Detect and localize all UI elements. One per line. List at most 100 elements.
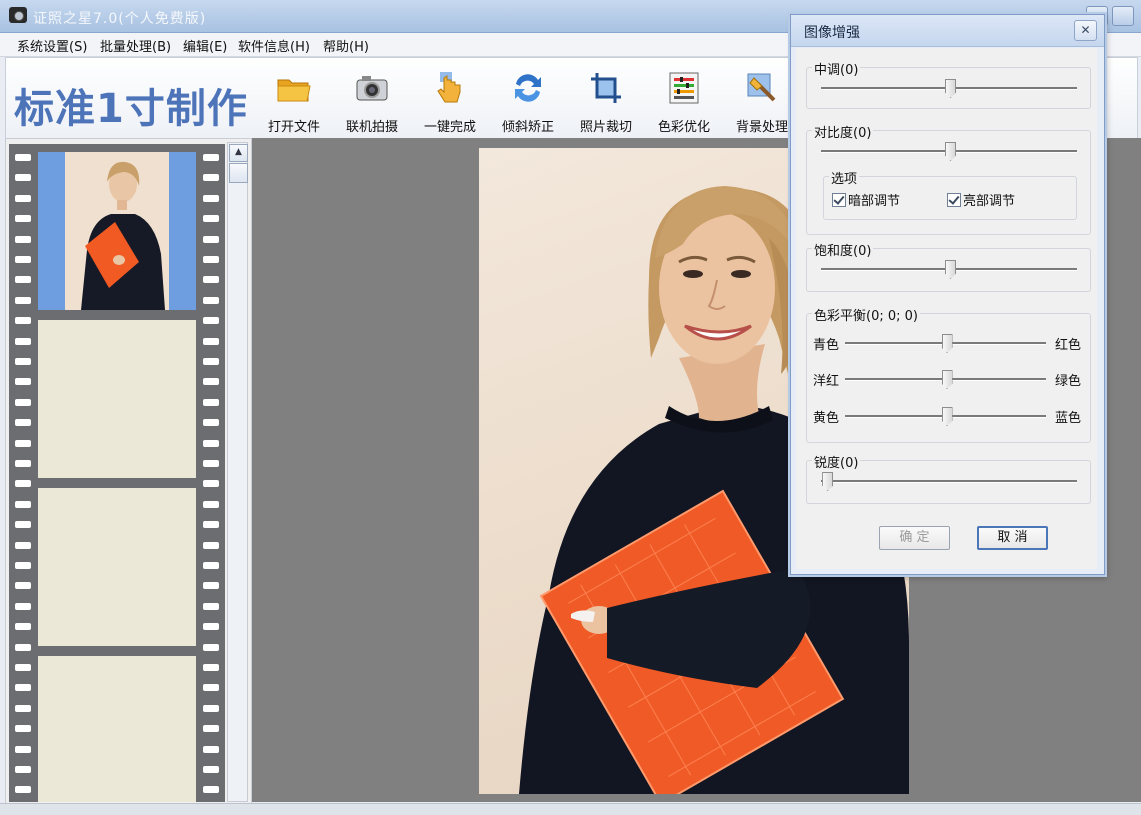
film-sprockets-left xyxy=(9,144,37,802)
yellow-blue-slider-thumb[interactable] xyxy=(941,407,953,426)
film-sprocket-hole xyxy=(203,154,219,161)
magenta-green-slider-thumb[interactable] xyxy=(941,370,953,389)
color-optimize-button[interactable]: 色彩优化 xyxy=(645,70,723,136)
menu-help[interactable]: 帮助(H) xyxy=(323,36,369,55)
film-sprocket-hole xyxy=(203,664,219,671)
camera-app-icon xyxy=(9,7,27,23)
film-sprocket-hole xyxy=(15,174,31,182)
saturation-slider-thumb[interactable] xyxy=(945,260,956,279)
menu-software-info[interactable]: 软件信息(H) xyxy=(238,36,310,55)
open-file-label: 打开文件 xyxy=(267,120,320,135)
film-sprocket-hole xyxy=(203,500,219,508)
film-sprocket-hole xyxy=(203,582,219,590)
crop-icon xyxy=(588,70,624,106)
film-sprocket-hole xyxy=(15,623,31,631)
sharpness-group: 锐度(0) xyxy=(806,452,1091,504)
cyan-red-slider-thumb[interactable] xyxy=(941,334,953,353)
film-sprocket-hole xyxy=(15,582,31,590)
contrast-slider[interactable] xyxy=(821,141,1077,161)
rotate-arrows-icon xyxy=(510,70,546,106)
magenta-green-slider[interactable] xyxy=(845,369,1046,389)
film-sprocket-hole xyxy=(203,725,219,733)
checkbox-checked-icon xyxy=(832,193,846,207)
photo-crop-label: 照片裁切 xyxy=(579,120,632,135)
magenta-label: 洋红 xyxy=(813,374,840,389)
thumbnail-scrollbar[interactable]: ▲ xyxy=(227,142,248,802)
close-icon: ✕ xyxy=(1080,23,1091,37)
film-sprocket-hole xyxy=(203,786,219,794)
scroll-up-icon[interactable]: ▲ xyxy=(229,144,248,162)
color-levels-icon xyxy=(666,70,702,106)
checkbox-checked-icon xyxy=(947,193,961,207)
yellow-label: 黄色 xyxy=(813,411,840,426)
film-sprocket-hole xyxy=(15,439,31,447)
menu-batch-process[interactable]: 批量处理(B) xyxy=(100,36,171,55)
midtone-group: 中调(0) xyxy=(806,59,1091,109)
green-label: 绿色 xyxy=(1055,374,1082,389)
tilt-correction-label: 倾斜矫正 xyxy=(501,120,554,135)
contrast-slider-thumb[interactable] xyxy=(945,142,956,161)
film-sprockets-right xyxy=(197,144,225,802)
camera-capture-button[interactable]: 联机拍摄 xyxy=(333,70,411,136)
film-sprocket-hole xyxy=(203,296,219,304)
options-group: 选项 暗部调节 亮部调节 xyxy=(823,168,1077,220)
film-sprocket-hole xyxy=(15,398,31,406)
cyan-red-slider[interactable] xyxy=(845,333,1046,353)
contrast-label: 对比度(0) xyxy=(812,122,874,141)
options-label: 选项 xyxy=(829,168,860,187)
saturation-group: 饱和度(0) xyxy=(806,240,1091,292)
film-sprocket-hole xyxy=(15,215,31,223)
film-sprocket-hole xyxy=(203,684,219,692)
film-sprocket-hole xyxy=(15,602,31,610)
dialog-title-bar[interactable]: 图像增强 ✕ xyxy=(791,15,1104,47)
dialog-close-button[interactable]: ✕ xyxy=(1074,20,1097,41)
sharpness-slider-thumb[interactable] xyxy=(822,472,834,491)
tilt-correction-button[interactable]: 倾斜矫正 xyxy=(489,70,567,136)
cancel-button[interactable]: 取 消 xyxy=(977,526,1048,550)
dark-adjust-checkbox[interactable]: 暗部调节 xyxy=(832,190,900,209)
menu-edit[interactable]: 编辑(E) xyxy=(183,36,227,55)
film-sprocket-hole xyxy=(15,460,31,467)
image-enhance-dialog: 图像增强 ✕ 中调(0) 对比度(0) 选项 暗部调节 亮部调节 饱和度(0) … xyxy=(790,14,1105,575)
sharpness-slider[interactable] xyxy=(821,471,1077,491)
film-sprocket-hole xyxy=(15,235,31,243)
yellow-blue-slider[interactable] xyxy=(845,406,1046,426)
film-sprocket-hole xyxy=(15,358,31,365)
film-sprocket-hole xyxy=(15,745,31,753)
film-sprocket-hole xyxy=(15,766,31,773)
saturation-slider[interactable] xyxy=(821,259,1077,279)
photo-crop-button[interactable]: 照片裁切 xyxy=(567,70,645,136)
film-sprocket-hole xyxy=(203,460,219,467)
scroll-thumb[interactable] xyxy=(229,163,248,183)
sharpness-label: 锐度(0) xyxy=(812,452,861,471)
thumbnail-frame-3[interactable] xyxy=(38,488,196,646)
midtone-slider[interactable] xyxy=(821,78,1077,98)
film-sprocket-hole xyxy=(15,643,31,651)
dialog-body: 中调(0) 对比度(0) 选项 暗部调节 亮部调节 饱和度(0) 色彩平衡(0;… xyxy=(796,48,1097,569)
open-file-button[interactable]: 打开文件 xyxy=(255,70,333,136)
ok-button[interactable]: 确 定 xyxy=(879,526,950,550)
film-sprocket-hole xyxy=(15,684,31,692)
saturation-label: 饱和度(0) xyxy=(812,240,874,259)
thumbnail-frame-2[interactable] xyxy=(38,320,196,478)
film-sprocket-hole xyxy=(15,500,31,508)
bright-adjust-checkbox[interactable]: 亮部调节 xyxy=(947,190,1015,209)
film-sprocket-hole xyxy=(203,562,219,569)
brand-title: 标准1寸制作 xyxy=(14,86,248,132)
film-sprocket-hole xyxy=(203,419,219,427)
color-optimize-label: 色彩优化 xyxy=(657,120,710,135)
film-sprocket-hole xyxy=(203,174,219,182)
film-sprocket-hole xyxy=(203,643,219,651)
midtone-slider-thumb[interactable] xyxy=(945,79,956,98)
film-sprocket-hole xyxy=(203,276,219,284)
status-bar xyxy=(0,803,1141,815)
film-sprocket-hole xyxy=(203,541,219,549)
one-click-button[interactable]: 一键完成 xyxy=(411,70,489,136)
close-window-button[interactable] xyxy=(1112,6,1134,26)
menu-system-settings[interactable]: 系统设置(S) xyxy=(17,36,87,55)
thumbnail-frame-1[interactable] xyxy=(38,152,196,310)
film-sprocket-hole xyxy=(15,256,31,263)
contrast-group: 对比度(0) 选项 暗部调节 亮部调节 xyxy=(806,122,1091,235)
midtone-label: 中调(0) xyxy=(812,59,861,78)
thumbnail-frame-4[interactable] xyxy=(38,656,196,802)
